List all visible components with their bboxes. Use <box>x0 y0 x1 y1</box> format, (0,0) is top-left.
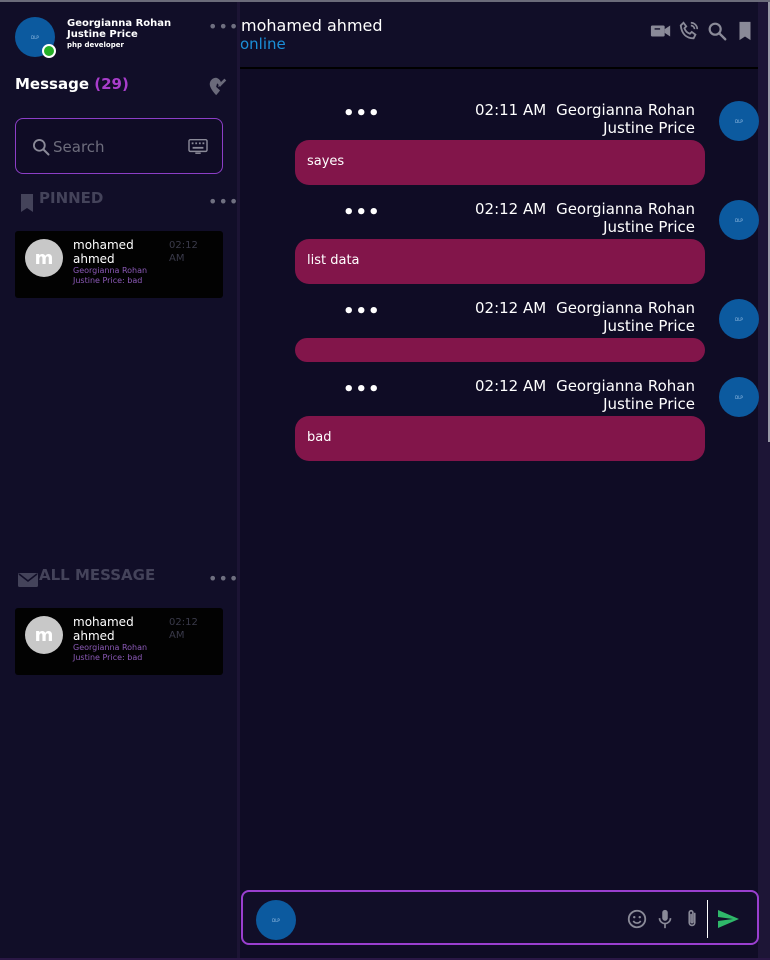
search-box[interactable] <box>15 118 223 174</box>
conversation-item[interactable]: m mohamed ahmed Georgianna Rohan Justine… <box>15 608 223 675</box>
phone-icon[interactable] <box>678 20 700 42</box>
message-bubble[interactable]: list data <box>295 239 705 284</box>
conversation-name: mohamed ahmed <box>73 615 134 643</box>
edit-location-icon[interactable] <box>207 75 229 97</box>
avatar-initials: DLP <box>735 394 743 400</box>
message-sender: Georgianna Rohan Justine Price <box>556 200 695 236</box>
all-messages-more-icon[interactable]: ••• <box>208 571 239 587</box>
message-more-icon[interactable]: ••• <box>343 303 381 321</box>
message-bubble[interactable] <box>295 338 705 362</box>
messages-title: Message <box>15 75 89 93</box>
profile-more-icon[interactable]: ••• <box>208 19 239 35</box>
message-time: 02:12 AM <box>475 377 547 395</box>
message-bubble[interactable]: sayes <box>295 140 705 185</box>
conversation-preview: Georgianna Rohan Justine Price: bad <box>73 266 148 285</box>
emoji-icon[interactable] <box>626 908 648 930</box>
messages-heading: Message (29) <box>15 75 129 93</box>
message-time: 02:11 AM <box>475 101 547 119</box>
paperclip-icon[interactable] <box>681 908 703 930</box>
message-avatar: DLP <box>719 377 759 417</box>
conversation-avatar: m <box>25 616 63 654</box>
chat-header: mohamed ahmed online <box>240 2 758 69</box>
keyboard-icon[interactable] <box>187 137 209 155</box>
messages-count: (29) <box>94 75 129 93</box>
profile-role: php developer <box>67 41 124 49</box>
message-time: 02:12 AM <box>475 200 547 218</box>
composer-avatar: DLP <box>256 900 296 940</box>
contact-status: online <box>240 35 286 53</box>
bookmark-icon[interactable] <box>734 20 756 42</box>
message-bubble[interactable]: bad <box>295 416 705 461</box>
profile-name: Georgianna Rohan Justine Price <box>67 18 172 40</box>
avatar-initials: DLP <box>735 217 743 223</box>
message-time: 02:12 AM <box>475 299 547 317</box>
mic-icon[interactable] <box>654 908 676 930</box>
conversation-time: 02:12 AM <box>169 617 198 641</box>
message-avatar: DLP <box>719 101 759 141</box>
avatar-initials: DLP <box>272 917 280 923</box>
message-more-icon[interactable]: ••• <box>343 381 381 399</box>
contact-name: mohamed ahmed <box>241 16 383 35</box>
message-sender: Georgianna Rohan Justine Price <box>556 377 695 413</box>
conversation-preview: Georgianna Rohan Justine Price: bad <box>73 643 148 662</box>
message-list: ••• 02:11 AM Georgianna Rohan Justine Pr… <box>240 69 759 889</box>
bookmark-icon <box>21 194 33 212</box>
search-icon[interactable] <box>706 20 728 42</box>
message-more-icon[interactable]: ••• <box>343 105 381 123</box>
message-more-icon[interactable]: ••• <box>343 204 381 222</box>
pinned-conversation[interactable]: m mohamed ahmed Georgianna Rohan Justine… <box>15 231 223 298</box>
profile-avatar[interactable]: DLP <box>15 17 56 58</box>
message-sender: Georgianna Rohan Justine Price <box>556 299 695 335</box>
message-avatar: DLP <box>719 299 759 339</box>
sidebar: DLP Georgianna Rohan Justine Price php d… <box>0 2 238 958</box>
avatar-initials: DLP <box>735 118 743 124</box>
avatar-initials: DLP <box>735 316 743 322</box>
conversation-avatar: m <box>25 239 63 277</box>
conversation-name: mohamed ahmed <box>73 238 134 266</box>
search-icon <box>33 139 50 156</box>
search-input[interactable] <box>53 136 173 158</box>
conversation-time: 02:12 AM <box>169 240 198 264</box>
message-input[interactable] <box>305 906 605 930</box>
message-avatar: DLP <box>719 200 759 240</box>
avatar-initials: DLP <box>31 34 39 40</box>
message-sender: Georgianna Rohan Justine Price <box>556 101 695 137</box>
send-icon[interactable] <box>715 907 741 931</box>
composer-divider <box>707 900 708 938</box>
message-composer: DLP <box>241 890 759 945</box>
video-icon[interactable] <box>650 20 672 42</box>
all-messages-label: ALL MESSAGE <box>39 566 156 584</box>
pinned-label: PINNED <box>39 189 104 207</box>
online-indicator <box>42 44 56 58</box>
pinned-more-icon[interactable]: ••• <box>208 194 239 210</box>
mail-icon <box>18 573 38 587</box>
